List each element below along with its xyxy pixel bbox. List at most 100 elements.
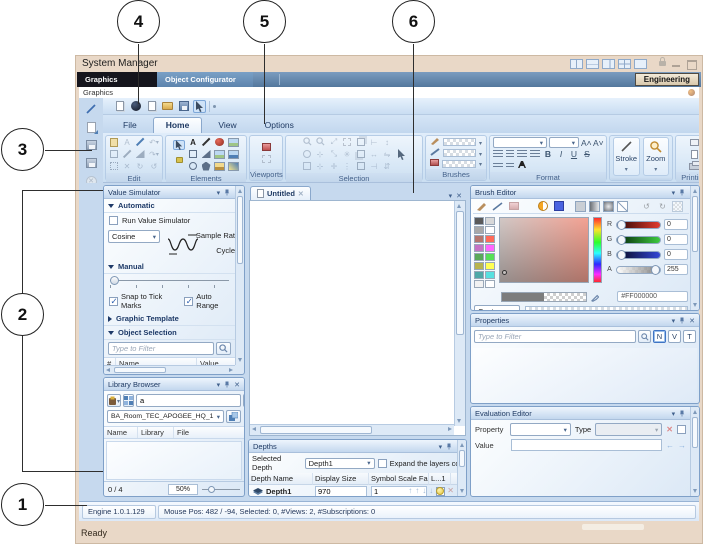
transparency-pattern-button[interactable] <box>672 201 683 212</box>
slider-thumb[interactable] <box>110 276 119 285</box>
lock-element-icon[interactable] <box>173 155 185 165</box>
layout-single-icon[interactable] <box>634 59 647 69</box>
value-simulator-titlebar[interactable]: Value Simulator <box>104 186 244 199</box>
font-color-icon[interactable] <box>517 160 527 171</box>
reset-icon[interactable]: ↺ <box>148 161 160 171</box>
move-depth-top-icon[interactable]: ↑ <box>408 486 412 495</box>
document-tab-untitled[interactable]: Untitled ✕ <box>250 186 311 200</box>
stroke-brush-dropdown-icon[interactable] <box>479 149 482 158</box>
print-preview-icon[interactable] <box>688 137 699 147</box>
color-swatch[interactable] <box>474 244 484 252</box>
solid-brush-icon[interactable] <box>475 201 488 212</box>
brush-editor-vscrollbar[interactable] <box>690 186 699 310</box>
close-panel-icon[interactable] <box>689 316 695 325</box>
close-panel-icon[interactable] <box>234 380 240 389</box>
color-swatch[interactable] <box>474 226 484 234</box>
library-search-input[interactable] <box>136 394 241 407</box>
delete-icon[interactable]: ✕ <box>121 161 133 171</box>
color-swatch[interactable] <box>474 280 484 288</box>
snap-to-tick-marks-checkbox[interactable] <box>109 297 118 306</box>
picture-element-button[interactable] <box>213 149 225 159</box>
viewport-select-icon[interactable] <box>260 154 272 164</box>
auto-range-checkbox[interactable] <box>184 297 193 306</box>
viewport-link-icon[interactable] <box>260 142 272 152</box>
panel-menu-icon[interactable] <box>672 409 676 418</box>
shrink-selection-icon[interactable]: ⊹ <box>314 161 326 171</box>
brush-editor-titlebar[interactable]: Brush Editor <box>471 186 699 199</box>
expand-layers-checkbox[interactable] <box>378 459 387 468</box>
eraser-icon[interactable] <box>134 149 146 159</box>
page-setup-icon[interactable] <box>688 149 699 159</box>
system-orb-button[interactable] <box>129 100 142 113</box>
add-depth-icon[interactable] <box>436 487 444 495</box>
brush-type-select[interactable]: Custom <box>474 305 520 311</box>
evaluation-editor-vscrollbar[interactable] <box>690 407 699 496</box>
color-swatch[interactable] <box>485 280 495 288</box>
library-source-button[interactable] <box>107 394 121 407</box>
pin-icon[interactable] <box>679 316 685 325</box>
font-size-select[interactable] <box>549 137 579 148</box>
image-brush-swatch[interactable] <box>442 160 476 168</box>
manual-value-slider[interactable] <box>110 276 229 290</box>
text-element-button[interactable]: A <box>187 137 199 147</box>
depth-row-name[interactable]: Depth1 <box>249 485 313 497</box>
breadcrumb-pin-icon[interactable] <box>688 89 695 96</box>
color-swatch[interactable] <box>485 235 495 243</box>
select-inverse-icon[interactable] <box>301 149 313 159</box>
pin-icon[interactable] <box>224 380 230 389</box>
object-filter-input[interactable] <box>108 342 214 355</box>
search-icon[interactable] <box>216 342 231 355</box>
italic-button[interactable]: I <box>556 149 566 159</box>
toolbar-overflow-button[interactable] <box>213 105 216 108</box>
align-right-icon[interactable] <box>517 150 527 158</box>
distribute-icon[interactable]: ⋮ <box>341 161 353 171</box>
pointer-tool-button[interactable] <box>173 140 185 150</box>
document-list-dropdown-icon[interactable]: ▾ <box>449 192 453 200</box>
hex-color-value[interactable]: #FF000000 <box>617 291 688 302</box>
align-justify-icon[interactable] <box>530 150 540 158</box>
delete-depth-icon[interactable]: ✕ <box>447 486 454 495</box>
resize-grip[interactable] <box>582 524 644 530</box>
red-value[interactable]: 0 <box>664 219 688 230</box>
search-icon[interactable] <box>638 330 651 343</box>
library-view-button[interactable] <box>123 394 134 407</box>
fit-icon[interactable]: ✛ <box>328 161 340 171</box>
pin-icon[interactable] <box>446 442 452 451</box>
column-depth-name[interactable]: Depth Name <box>249 473 313 485</box>
color-swatch[interactable] <box>474 253 484 261</box>
redo-button[interactable]: ↷ <box>148 149 160 159</box>
minimize-button[interactable] <box>672 60 681 68</box>
pen-brush-icon[interactable] <box>491 201 504 212</box>
align-right-edge-icon[interactable]: ⊣ <box>368 161 380 171</box>
open-folder-button[interactable] <box>161 100 174 113</box>
new-document-button[interactable] <box>113 100 126 113</box>
align-left-edge-icon[interactable]: ⊢ <box>368 137 380 147</box>
color-swatch[interactable] <box>485 217 495 225</box>
column-symbol-scale-factor[interactable]: Symbol Scale Factor <box>369 473 429 485</box>
align-left-icon[interactable] <box>493 150 503 158</box>
column-name[interactable]: Name <box>104 427 138 438</box>
graphic-template-section-header[interactable]: Graphic Template <box>104 312 235 326</box>
stroke-brush-swatch[interactable] <box>443 149 476 157</box>
manual-section-header[interactable]: Manual <box>104 260 235 274</box>
panel-menu-icon[interactable] <box>672 316 676 325</box>
format-painter-icon[interactable] <box>121 149 133 159</box>
group-icon[interactable] <box>355 161 367 171</box>
color-swatch[interactable] <box>474 235 484 243</box>
grow-font-icon[interactable]: A˄ <box>581 138 591 148</box>
automatic-section-header[interactable]: Automatic <box>104 199 235 213</box>
save-button-toolbar[interactable] <box>177 100 190 113</box>
triangle-element-button[interactable] <box>200 149 212 159</box>
library-element-button[interactable] <box>227 161 239 171</box>
line-spacing-icon[interactable] <box>493 163 503 168</box>
object-selection-section-header[interactable]: Object Selection <box>104 326 235 340</box>
red-slider[interactable] <box>616 221 661 229</box>
contract-icon[interactable]: ⤡ <box>328 149 340 159</box>
open-document-button[interactable] <box>145 100 158 113</box>
evaluation-checkbox[interactable] <box>677 425 686 434</box>
color-swatch[interactable] <box>485 226 495 234</box>
bring-forward-icon[interactable] <box>355 137 367 147</box>
fill-brush-dropdown-icon[interactable] <box>479 138 482 147</box>
run-value-simulator-checkbox[interactable] <box>109 216 118 225</box>
rotate-gradient-right-icon[interactable]: ↻ <box>656 201 669 212</box>
